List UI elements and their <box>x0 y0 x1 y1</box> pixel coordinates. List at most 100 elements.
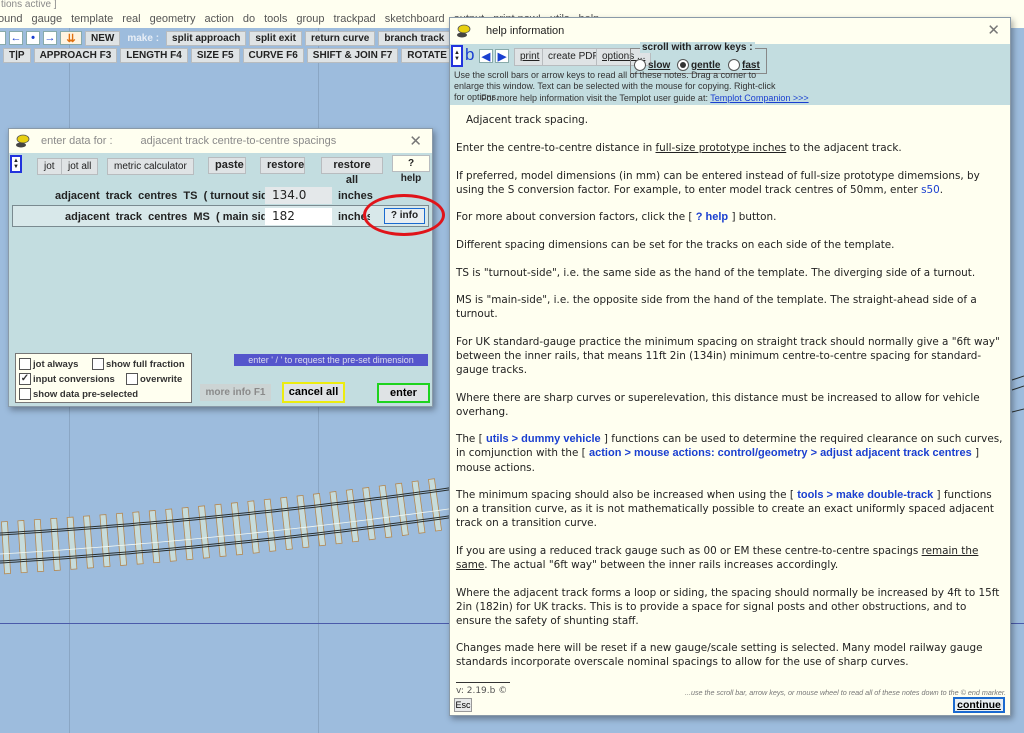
shift-join-button[interactable]: SHIFT & JOIN F7 <box>306 47 399 63</box>
paste-button[interactable]: paste <box>208 157 246 174</box>
sleeper <box>329 491 343 545</box>
branch-track-button[interactable]: branch track <box>378 30 451 46</box>
help-link[interactable]: ? help <box>696 211 728 223</box>
scroll-spinner-icon[interactable]: ▲ ▼ <box>10 155 22 173</box>
version-label: v: 2.19.b © <box>456 682 510 698</box>
menu-gauge[interactable]: gauge <box>31 13 62 25</box>
ts-label: adjacent track centres TS ( turnout side… <box>55 190 294 202</box>
dummy-vehicle-link[interactable]: utils > dummy vehicle <box>486 433 601 445</box>
ms-input[interactable]: 182 <box>265 208 332 225</box>
arrow-right-icon[interactable]: ▶ <box>495 49 509 63</box>
menu-action[interactable]: action <box>204 13 233 25</box>
menu-do[interactable]: do <box>243 13 255 25</box>
show-full-fraction-checkbox[interactable]: show full fraction <box>92 358 185 370</box>
ts-input[interactable]: 134.0 <box>265 187 332 204</box>
size-button[interactable]: SIZE F5 <box>190 47 240 63</box>
curve-button[interactable]: CURVE F6 <box>242 47 304 63</box>
restore-button[interactable]: restore <box>260 157 305 174</box>
sleeper <box>395 482 409 536</box>
tp-button[interactable]: T|P <box>3 47 31 63</box>
checkbox-box <box>19 388 31 400</box>
link-prefix: For more help information visit the Temp… <box>481 93 708 103</box>
toolbar-edge <box>0 31 6 45</box>
dialog-title-prefix: enter data for : <box>41 135 113 147</box>
adjust-track-centres-link[interactable]: action > mouse actions: control/geometry… <box>589 447 972 459</box>
make-double-track-link[interactable]: tools > make double-track <box>797 489 933 501</box>
jot-button[interactable]: jot <box>37 158 62 175</box>
make-label: make : <box>127 32 160 44</box>
radio-label: gentle <box>691 59 721 71</box>
show-data-preselected-checkbox[interactable]: show data pre-selected <box>19 388 138 400</box>
sleeper <box>99 514 111 568</box>
return-curve-button[interactable]: return curve <box>304 30 376 46</box>
checkbox-box <box>126 373 138 385</box>
scroll-spinner-icon[interactable]: ▲ ▼ <box>451 45 463 67</box>
checkbox-label: show data pre-selected <box>33 388 139 400</box>
menu-group[interactable]: group <box>296 13 324 25</box>
sleeper <box>378 484 393 539</box>
dot-icon[interactable]: • <box>26 31 40 45</box>
enter-button[interactable]: enter <box>377 383 430 403</box>
approach-button[interactable]: APPROACH F3 <box>33 47 118 63</box>
dialog-titlebar[interactable]: enter data for : adjacent track centre-t… <box>9 129 432 153</box>
menu-tools[interactable]: tools <box>264 13 287 25</box>
checkbox-label: jot always <box>33 358 79 370</box>
help-paragraph: MS is "main-side", i.e. the opposite sid… <box>456 294 977 321</box>
help-paragraph: For UK standard-gauge practice the minim… <box>456 335 1000 377</box>
sleeper <box>181 506 194 561</box>
split-exit-button[interactable]: split exit <box>249 30 302 46</box>
rail-fragment <box>1011 375 1024 413</box>
menu-template[interactable]: template <box>71 13 113 25</box>
metric-calculator-button[interactable]: metric calculator <box>107 158 194 175</box>
sleeper <box>83 515 94 569</box>
templot-companion-link[interactable]: Templot Companion >>> <box>710 93 808 103</box>
menu-sound[interactable]: ound <box>0 13 22 25</box>
arrow-left-icon[interactable]: ◀ <box>479 49 493 63</box>
b-label[interactable]: b <box>465 46 474 64</box>
sleeper <box>296 494 310 549</box>
sleeper <box>0 521 12 575</box>
close-icon[interactable]: ✕ <box>987 21 1000 39</box>
highlight-circle <box>363 194 445 236</box>
jot-always-checkbox[interactable]: jot always <box>19 358 78 370</box>
split-approach-button[interactable]: split approach <box>166 30 247 46</box>
ms-label: adjacent track centres MS ( main side ) … <box>65 211 293 223</box>
print-button[interactable]: print <box>514 48 546 66</box>
double-down-icon[interactable]: ⇊ <box>60 31 82 45</box>
sleeper <box>263 498 277 552</box>
scroll-group-label: scroll with arrow keys : <box>640 42 755 53</box>
menu-geometry[interactable]: geometry <box>150 13 196 25</box>
sleeper <box>411 480 426 534</box>
overwrite-checkbox[interactable]: overwrite <box>126 373 182 385</box>
close-icon[interactable]: ✕ <box>409 132 422 150</box>
arrow-left-icon[interactable]: ← <box>9 31 23 45</box>
length-button[interactable]: LENGTH F4 <box>120 47 188 63</box>
sleeper <box>313 493 326 547</box>
menu-trackpad[interactable]: trackpad <box>333 13 375 25</box>
cancel-all-button[interactable]: cancel all <box>282 382 345 403</box>
sleeper <box>50 517 61 571</box>
help-body[interactable]: Adjacent track spacing. Enter the centre… <box>450 105 1010 715</box>
help-paragraph: TS is "turnout-side", i.e. the same side… <box>456 266 976 279</box>
checkbox-box <box>92 358 104 370</box>
jot-all-button[interactable]: jot all <box>61 158 99 175</box>
ts-units: inches <box>338 190 373 202</box>
more-info-button[interactable]: more info F1 <box>200 384 271 401</box>
arrow-right-icon[interactable]: → <box>43 31 57 45</box>
new-button[interactable]: NEW <box>85 30 121 46</box>
menu-real[interactable]: real <box>122 13 140 25</box>
continue-button[interactable]: continue <box>953 697 1005 713</box>
templot-logo-icon <box>16 134 30 148</box>
input-conversions-checkbox[interactable]: ✓ input conversions <box>19 373 115 385</box>
sleeper <box>17 520 28 574</box>
restore-all-button[interactable]: restore all <box>321 157 383 186</box>
help-button[interactable]: ? help <box>392 155 430 184</box>
menu-sketchboard[interactable]: sketchboard <box>385 13 445 25</box>
options-panel: jot always show full fraction ✓ input con… <box>15 353 192 403</box>
help-paragraph: If you are using a reduced track gauge s… <box>456 544 979 571</box>
sleeper <box>428 478 442 532</box>
help-paragraph: The [ utils > dummy vehicle ] functions … <box>456 433 1003 474</box>
esc-button[interactable]: Esc <box>454 698 472 712</box>
help-titlebar[interactable]: help information ✕ <box>450 18 1010 44</box>
sleeper <box>148 509 161 564</box>
